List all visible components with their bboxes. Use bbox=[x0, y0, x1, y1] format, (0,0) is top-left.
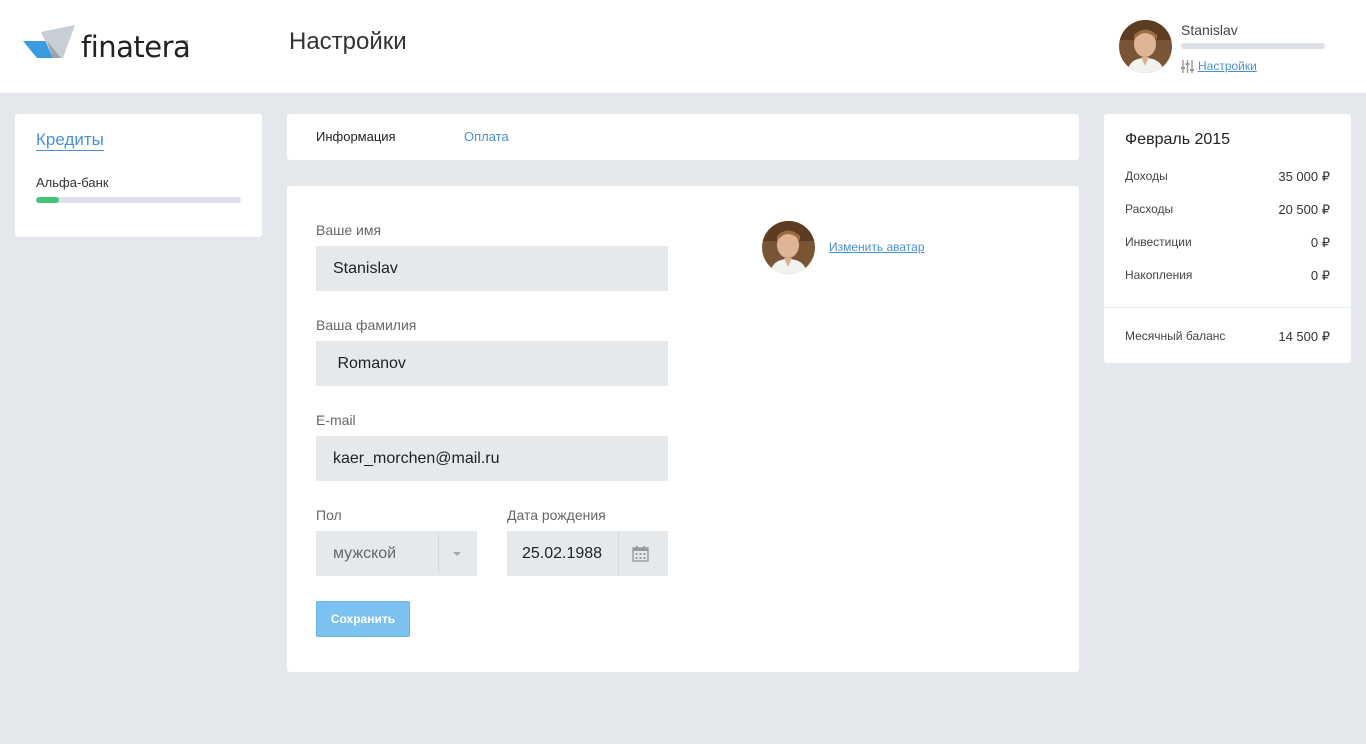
logo-text: finatera bbox=[81, 30, 191, 64]
logo-trademark: ™ bbox=[181, 40, 188, 47]
gender-value: мужской bbox=[333, 545, 397, 562]
credits-card: Кредиты Альфа-банк bbox=[15, 114, 262, 237]
email-label: E-mail bbox=[316, 412, 356, 428]
divider bbox=[1104, 307, 1351, 308]
header: finatera ™ Настройки Stanislav Настройки bbox=[0, 0, 1366, 93]
summary-value: 35 000 ₽ bbox=[1278, 169, 1330, 184]
summary-label: Доходы bbox=[1125, 169, 1168, 183]
summary-row-savings: Накопления 0 ₽ bbox=[1125, 268, 1330, 286]
balance-label: Месячный баланс bbox=[1125, 329, 1226, 343]
tab-payment[interactable]: Оплата bbox=[464, 129, 509, 144]
credit-progress-fill bbox=[36, 197, 59, 203]
summary-row-investments: Инвестиции 0 ₽ bbox=[1125, 235, 1330, 253]
summary-title: Февраль 2015 bbox=[1125, 131, 1231, 148]
avatar-large bbox=[762, 221, 815, 274]
birth-date-value: 25.02.1988 bbox=[522, 545, 603, 562]
user-panel: Stanislav Настройки bbox=[1119, 20, 1349, 76]
gender-select[interactable]: мужской bbox=[316, 531, 477, 576]
chevron-down-icon bbox=[453, 552, 461, 556]
last-name-label: Ваша фамилия bbox=[316, 317, 417, 333]
calendar-icon[interactable] bbox=[632, 545, 649, 562]
credits-title-link[interactable]: Кредиты bbox=[36, 130, 104, 151]
date-divider bbox=[618, 531, 619, 576]
tab-information[interactable]: Информация bbox=[316, 129, 396, 144]
first-name-field[interactable] bbox=[316, 246, 668, 291]
summary-value: 20 500 ₽ bbox=[1278, 202, 1330, 217]
sliders-icon[interactable] bbox=[1180, 59, 1195, 74]
avatar[interactable] bbox=[1119, 20, 1172, 73]
first-name-label: Ваше имя bbox=[316, 222, 382, 238]
email-field[interactable] bbox=[316, 436, 668, 481]
summary-label: Расходы bbox=[1125, 202, 1174, 216]
summary-value: 0 ₽ bbox=[1310, 268, 1330, 283]
summary-row-expenses: Расходы 20 500 ₽ bbox=[1125, 202, 1330, 220]
gender-label: Пол bbox=[316, 507, 342, 523]
month-summary-card: Февраль 2015 Доходы 35 000 ₽ Расходы 20 … bbox=[1104, 114, 1351, 363]
credit-bank-name: Альфа-банк bbox=[36, 175, 109, 190]
summary-row-balance: Месячный баланс 14 500 ₽ bbox=[1125, 329, 1330, 347]
summary-label: Инвестиции bbox=[1125, 235, 1192, 249]
summary-label: Накопления bbox=[1125, 268, 1193, 282]
user-progress-bar bbox=[1181, 43, 1325, 49]
summary-value: 0 ₽ bbox=[1310, 235, 1330, 250]
save-button[interactable]: Сохранить bbox=[316, 601, 410, 637]
tabs-bar: Информация Оплата bbox=[287, 114, 1079, 160]
user-name: Stanislav bbox=[1181, 22, 1238, 38]
birth-date-label: Дата рождения bbox=[507, 507, 606, 523]
credit-progress-bar bbox=[36, 197, 241, 203]
finatera-logo[interactable]: finatera ™ bbox=[23, 24, 193, 66]
summary-row-income: Доходы 35 000 ₽ bbox=[1125, 169, 1330, 187]
page-title: Настройки bbox=[289, 28, 407, 55]
profile-form-card: Ваше имя Ваша фамилия E-mail Пол мужской… bbox=[287, 186, 1079, 672]
balance-value: 14 500 ₽ bbox=[1278, 329, 1330, 344]
last-name-field[interactable] bbox=[316, 341, 668, 386]
finatera-logo-icon bbox=[23, 25, 75, 58]
select-divider bbox=[438, 534, 439, 573]
settings-link[interactable]: Настройки bbox=[1198, 59, 1257, 73]
change-avatar-link[interactable]: Изменить аватар bbox=[829, 240, 925, 254]
